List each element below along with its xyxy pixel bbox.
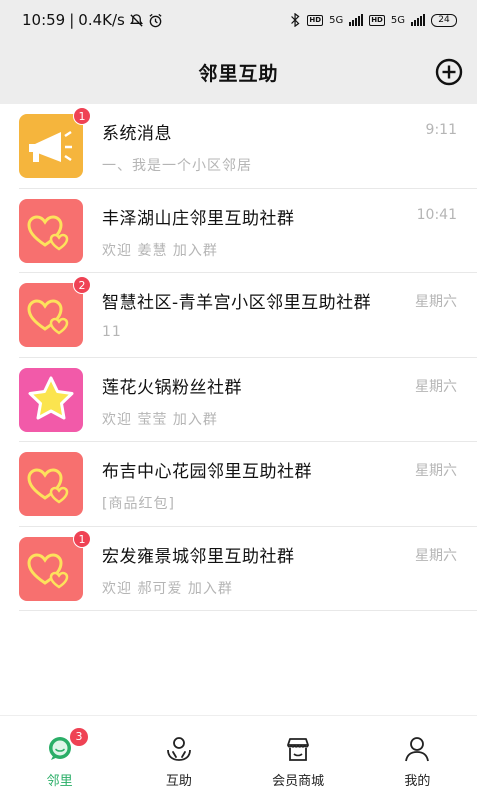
conversation-row[interactable]: 莲花火锅粉丝社群 星期六 欢迎 莹莹 加入群 — [0, 358, 477, 443]
conversation-time: 星期六 — [415, 547, 457, 564]
hd-icon: HD — [307, 14, 324, 26]
conversation-preview: 欢迎 莹莹 加入群 — [102, 411, 218, 428]
tab-member-store[interactable]: 会员商城 — [239, 716, 358, 797]
conversation-time: 星期六 — [415, 378, 457, 395]
conversation-body: 系统消息 9:11 一、我是一个小区邻居 — [102, 104, 457, 189]
conversation-name: 宏发雍景城邻里互助社群 — [102, 546, 295, 567]
status-separator: | — [69, 11, 75, 29]
battery-icon: 24 — [431, 13, 457, 27]
tab-label: 我的 — [404, 774, 431, 789]
conversation-time: 星期六 — [415, 294, 457, 310]
status-bar: 10:59 | 0.4K/s HD 5G HD 5G 24 — [0, 0, 477, 40]
conversation-preview: [商品红包] — [102, 496, 175, 512]
conversation-row[interactable]: 丰泽湖山庄邻里互助社群 10:41 欢迎 姜慧 加入群 — [0, 189, 477, 274]
bottom-tab-bar: 3 邻里 互助 会员商城 我的 — [0, 715, 477, 797]
signal-icon — [411, 14, 425, 26]
bluetooth-icon — [291, 13, 300, 27]
hearts-icon — [27, 468, 69, 504]
conversation-avatar — [19, 452, 83, 517]
conversation-name: 系统消息 — [102, 124, 172, 144]
status-time: 10:59 — [22, 11, 66, 29]
conversation-body: 布吉中心花园邻里互助社群 星期六 [商品红包] — [102, 442, 457, 527]
star-icon — [28, 376, 74, 420]
conversation-name: 布吉中心花园邻里互助社群 — [102, 462, 312, 482]
conversation-avatar: 1 — [19, 107, 91, 179]
conversation-name: 莲花火锅粉丝社群 — [102, 377, 242, 398]
hd-icon: HD — [369, 14, 385, 26]
person-icon — [405, 737, 430, 762]
signal-icon — [349, 14, 364, 26]
conversation-body: 智慧社区-青羊宫小区邻里互助社群 星期六 11 — [102, 273, 457, 358]
conversation-row[interactable]: 2 智慧社区-青羊宫小区邻里互助社群 星期六 11 — [0, 273, 477, 358]
tab-badge: 3 — [70, 728, 88, 746]
conversation-body: 莲花火锅粉丝社群 星期六 欢迎 莹莹 加入群 — [102, 358, 457, 443]
conversation-preview: 11 — [102, 324, 122, 340]
conversation-preview: 一、我是一个小区邻居 — [102, 158, 252, 174]
conversation-row[interactable]: 1 系统消息 9:11 一、我是一个小区邻居 — [0, 104, 477, 189]
unread-badge: 1 — [73, 107, 91, 126]
tab-label: 会员商城 — [272, 774, 325, 789]
conversation-name: 智慧社区-青羊宫小区邻里互助社群 — [102, 293, 372, 313]
conversation-list: 1 系统消息 9:11 一、我是一个小区邻居 丰泽湖山庄邻里互助社群 10:41… — [0, 104, 477, 611]
alarm-off-icon — [129, 13, 143, 27]
conversation-time: 10:41 — [416, 206, 457, 223]
conversation-avatar: 2 — [19, 276, 91, 348]
conversation-row[interactable]: 布吉中心花园邻里互助社群 星期六 [商品红包] — [0, 442, 477, 527]
unread-badge: 2 — [73, 276, 91, 295]
hearts-icon — [27, 553, 69, 589]
status-speed: 0.4K/s — [78, 11, 125, 29]
tab-label: 邻里 — [46, 774, 73, 789]
conversation-time: 9:11 — [425, 122, 457, 138]
unread-badge: 1 — [73, 529, 91, 548]
hearts-icon — [27, 299, 69, 335]
conversation-preview: 欢迎 郝可爱 加入群 — [102, 580, 233, 597]
helping-hands-icon — [166, 737, 191, 761]
tab-neighbors[interactable]: 3 邻里 — [0, 716, 119, 797]
conversation-time: 星期六 — [415, 463, 457, 479]
megaphone-icon — [29, 131, 72, 163]
conversation-preview: 欢迎 姜慧 加入群 — [102, 242, 218, 259]
tab-mutual-help[interactable]: 互助 — [119, 716, 238, 797]
status-right: HD 5G HD 5G 24 — [290, 13, 457, 27]
network-label-2: 5G — [390, 14, 405, 26]
alarm-clock-icon — [149, 13, 162, 27]
store-icon — [287, 738, 310, 761]
tab-mine[interactable]: 我的 — [358, 716, 477, 797]
conversation-body: 宏发雍景城邻里互助社群 星期六 欢迎 郝可爱 加入群 — [102, 527, 457, 612]
network-label-1: 5G — [329, 14, 344, 26]
title-bar: 邻里互助 — [0, 40, 477, 104]
conversation-avatar — [19, 367, 83, 432]
conversation-avatar — [19, 198, 83, 263]
conversation-body: 丰泽湖山庄邻里互助社群 10:41 欢迎 姜慧 加入群 — [102, 189, 457, 274]
tab-label: 互助 — [165, 774, 192, 789]
status-left: 10:59 | 0.4K/s — [22, 11, 163, 29]
page-title: 邻里互助 — [198, 62, 279, 85]
hearts-icon — [27, 215, 69, 251]
conversation-row[interactable]: 1 宏发雍景城邻里互助社群 星期六 欢迎 郝可爱 加入群 — [0, 527, 477, 612]
conversation-avatar: 1 — [19, 529, 91, 601]
conversation-name: 丰泽湖山庄邻里互助社群 — [102, 208, 295, 229]
add-icon[interactable] — [435, 58, 463, 86]
